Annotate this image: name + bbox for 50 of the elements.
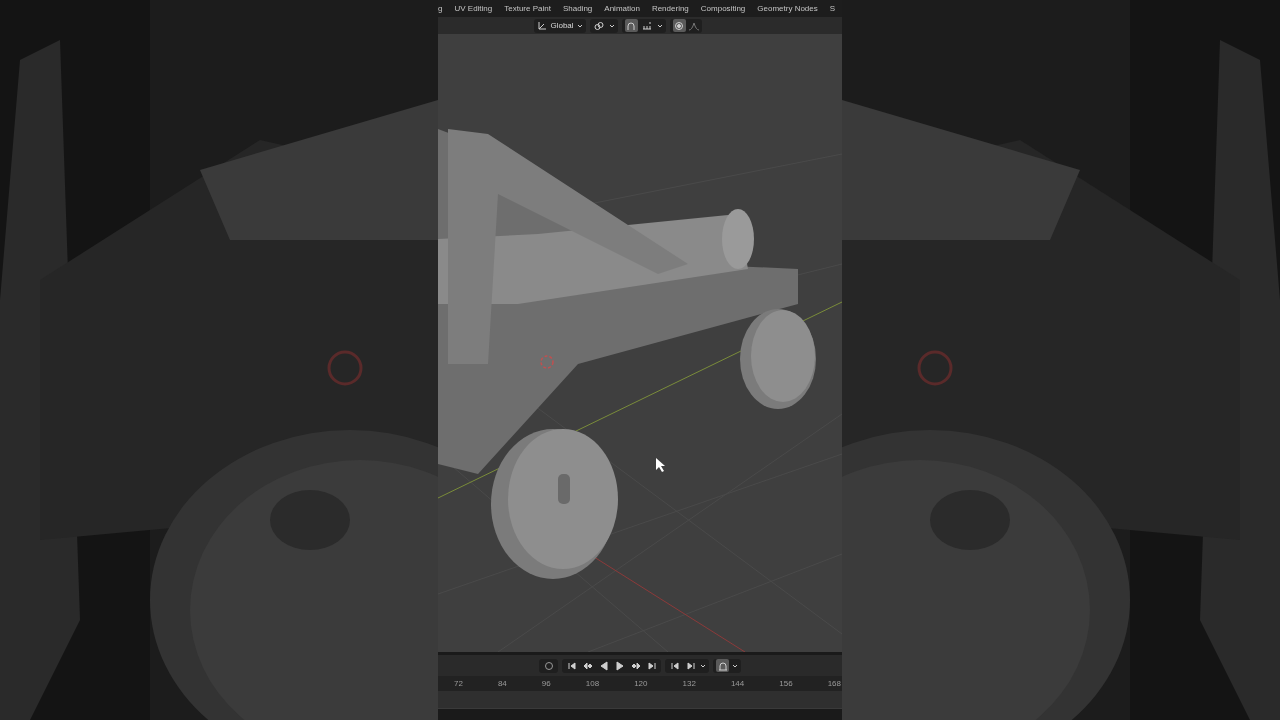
play-icon xyxy=(614,660,625,671)
workspace-tab[interactable]: Shading xyxy=(562,4,593,13)
play-reverse-icon xyxy=(598,660,609,671)
frame-number: 72 xyxy=(454,679,463,688)
jump-forward-button[interactable] xyxy=(684,659,697,672)
workspace-tab[interactable]: UV Editing xyxy=(454,4,493,13)
frame-number: 84 xyxy=(497,679,507,688)
workspace-tab[interactable]: g xyxy=(438,4,443,13)
snap-target-button[interactable] xyxy=(640,19,654,32)
falloff-curve-icon xyxy=(688,20,699,31)
frame-number: 108 xyxy=(585,679,600,688)
snap-toggle[interactable] xyxy=(624,19,638,32)
workspace-tab[interactable]: Rendering xyxy=(651,4,689,13)
caret-icon xyxy=(656,22,663,29)
frame-number: 168 xyxy=(827,679,841,688)
caret-icon xyxy=(700,662,706,669)
workspace-tab[interactable]: Compositing xyxy=(700,4,746,13)
proportional-edit-toggle[interactable] xyxy=(672,19,686,32)
frame-number: 156 xyxy=(779,679,793,688)
caret-icon xyxy=(608,22,615,29)
arch-icon xyxy=(717,660,728,671)
frame-number: 120 xyxy=(634,679,648,688)
increment-icon xyxy=(642,20,653,31)
previous-keyframe-icon xyxy=(582,660,593,671)
step-back-icon xyxy=(669,660,680,671)
record-button[interactable] xyxy=(542,659,555,672)
circle-icon xyxy=(543,660,554,671)
workspace-tab[interactable]: S xyxy=(829,4,836,13)
next-keyframe-icon xyxy=(630,660,641,671)
pivot-link-button[interactable] xyxy=(592,19,606,32)
caret-icon xyxy=(732,662,738,669)
caret-icon xyxy=(576,22,583,29)
workspace-tab[interactable]: Texture Paint xyxy=(504,4,551,13)
step-forward-icon xyxy=(685,660,696,671)
workspace-tab[interactable]: Geometry Nodes xyxy=(757,4,818,13)
frame-number: 96 xyxy=(541,679,551,688)
jump-start-button[interactable] xyxy=(565,659,578,672)
transform-axes-icon xyxy=(537,20,548,31)
magnet-icon xyxy=(626,20,637,31)
skip-end-icon xyxy=(646,660,657,671)
skip-start-icon xyxy=(566,660,577,671)
jump-back-button[interactable] xyxy=(668,659,681,672)
jump-end-button[interactable] xyxy=(645,659,658,672)
link-icon xyxy=(594,20,605,31)
workspace-tab[interactable]: Animation xyxy=(604,4,640,13)
frame-number: 132 xyxy=(682,679,696,688)
frame-number: 144 xyxy=(730,679,745,688)
keying-button[interactable] xyxy=(716,659,729,672)
play-button[interactable] xyxy=(613,659,626,672)
dot-ring-icon xyxy=(674,20,685,31)
